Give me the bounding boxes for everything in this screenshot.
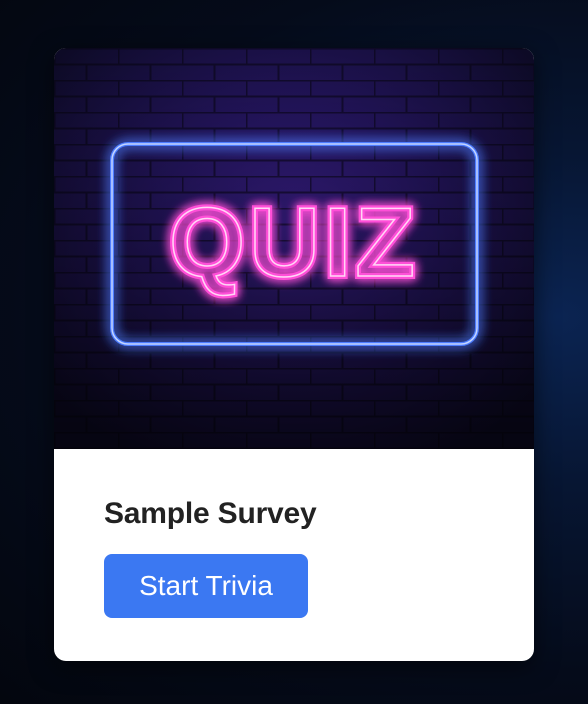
card-title: Sample Survey: [104, 497, 317, 530]
start-trivia-button[interactable]: Start Trivia: [104, 554, 308, 618]
card-body: Sample Survey Start Trivia: [104, 496, 484, 618]
quiz-neon-text-core: QUIZ: [169, 187, 419, 297]
quiz-card: QUIZ QUIZ Sample Survey Start Trivia: [54, 48, 534, 661]
quiz-neon-image: QUIZ QUIZ: [54, 48, 534, 449]
